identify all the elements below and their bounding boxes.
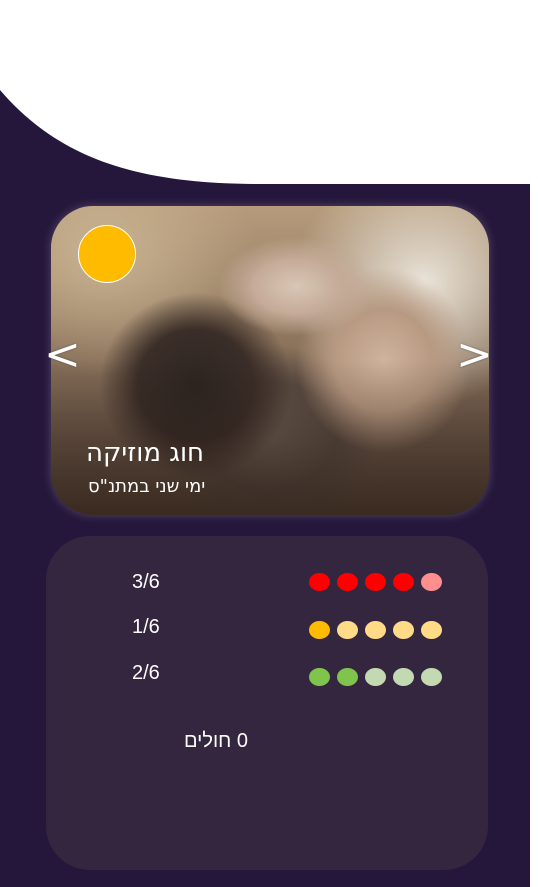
progress-dot bbox=[365, 573, 386, 591]
progress-dot bbox=[337, 668, 358, 686]
progress-dot bbox=[365, 621, 386, 639]
progress-dot bbox=[309, 668, 330, 686]
progress-dot bbox=[421, 621, 442, 639]
progress-dots-red bbox=[309, 573, 442, 591]
progress-dot bbox=[393, 668, 414, 686]
activity-status-indicator bbox=[78, 225, 136, 283]
stat-value-yellow: 1/6 bbox=[132, 616, 160, 638]
progress-dot bbox=[309, 621, 330, 639]
progress-dot bbox=[337, 621, 358, 639]
previous-arrow-icon[interactable]: < bbox=[44, 330, 81, 380]
activity-subtitle: ימי שני במתנ"ס bbox=[88, 476, 206, 497]
stat-row-yellow: 1/6 bbox=[46, 612, 488, 642]
progress-dot bbox=[309, 573, 330, 591]
progress-dot bbox=[421, 573, 442, 591]
activity-title: חוג מוזיקה bbox=[86, 438, 205, 468]
progress-dot bbox=[421, 668, 442, 686]
progress-dot bbox=[337, 573, 358, 591]
stats-panel: 3/6 1/6 2/6 bbox=[46, 536, 488, 870]
stat-row-red: 3/6 bbox=[46, 567, 488, 597]
stat-value-red: 3/6 bbox=[132, 571, 160, 593]
patients-count: 0 חולים bbox=[184, 730, 248, 752]
progress-dots-yellow bbox=[309, 621, 442, 639]
progress-dot bbox=[393, 621, 414, 639]
stat-row-green: 2/6 bbox=[46, 658, 488, 688]
stat-value-green: 2/6 bbox=[132, 662, 160, 684]
progress-dots-green bbox=[309, 668, 442, 686]
next-arrow-icon[interactable]: > bbox=[456, 330, 493, 380]
progress-dot bbox=[365, 668, 386, 686]
progress-dot bbox=[393, 573, 414, 591]
